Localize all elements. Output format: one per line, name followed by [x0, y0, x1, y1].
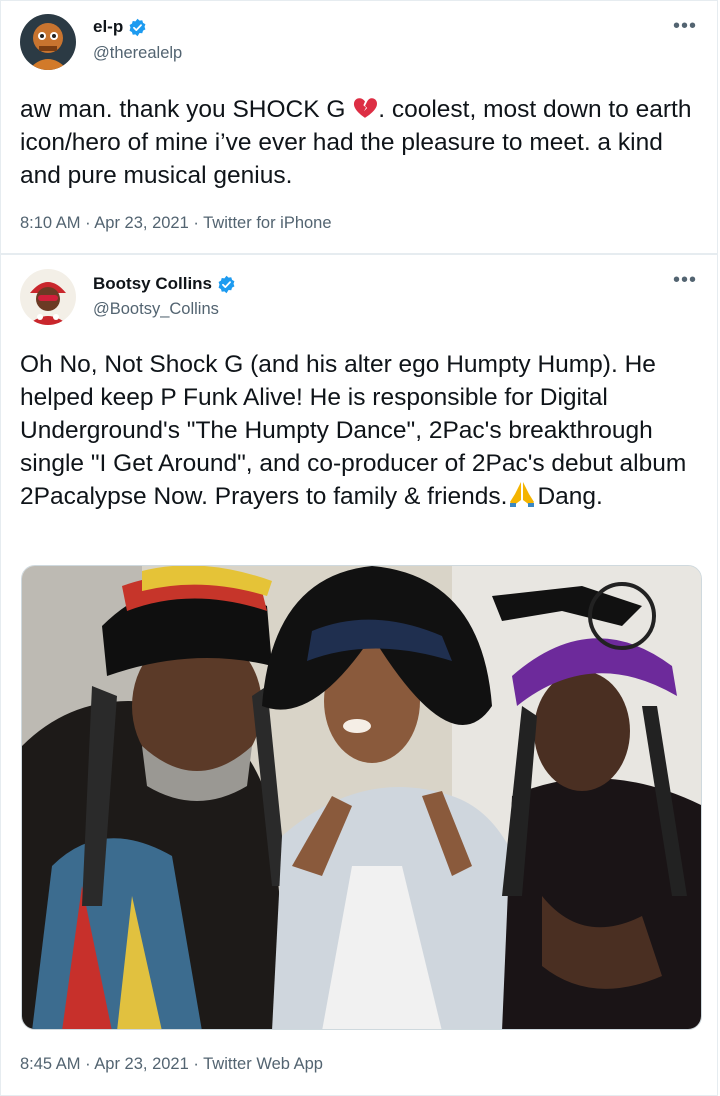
more-options-icon[interactable]: •••: [673, 16, 697, 36]
tweet-timestamp[interactable]: 8:45 AM · Apr 23, 2021 · Twitter Web App: [20, 1055, 323, 1074]
tweet-text-part: Dang.: [537, 483, 603, 510]
verified-badge-icon: [128, 18, 147, 37]
tweet-bootsy[interactable]: Bootsy Collins @Bootsy_Collins ••• Oh No…: [0, 254, 718, 1096]
author-name[interactable]: Bootsy Collins: [93, 274, 212, 294]
tweet-elp[interactable]: el-p @therealelp ••• aw man. thank you S…: [0, 0, 718, 254]
folded-hands-icon: [507, 480, 537, 508]
more-options-icon[interactable]: •••: [673, 270, 697, 290]
author-handle[interactable]: @Bootsy_Collins: [93, 300, 219, 319]
tweet-photo[interactable]: [21, 565, 702, 1030]
verified-badge-icon: [217, 275, 236, 294]
broken-heart-icon: [352, 95, 378, 121]
avatar-bootsy[interactable]: [20, 269, 76, 325]
author-name[interactable]: el-p: [93, 17, 123, 37]
tweet-timestamp[interactable]: 8:10 AM · Apr 23, 2021 · Twitter for iPh…: [20, 214, 332, 233]
avatar-elp[interactable]: [20, 14, 76, 70]
tweet-text: aw man. thank you SHOCK G . coolest, mos…: [20, 93, 710, 192]
author-handle[interactable]: @therealelp: [93, 44, 182, 63]
tweet-text-part: aw man. thank you SHOCK G: [20, 96, 353, 123]
tweet-text: Oh No, Not Shock G (and his alter ego Hu…: [20, 348, 710, 513]
